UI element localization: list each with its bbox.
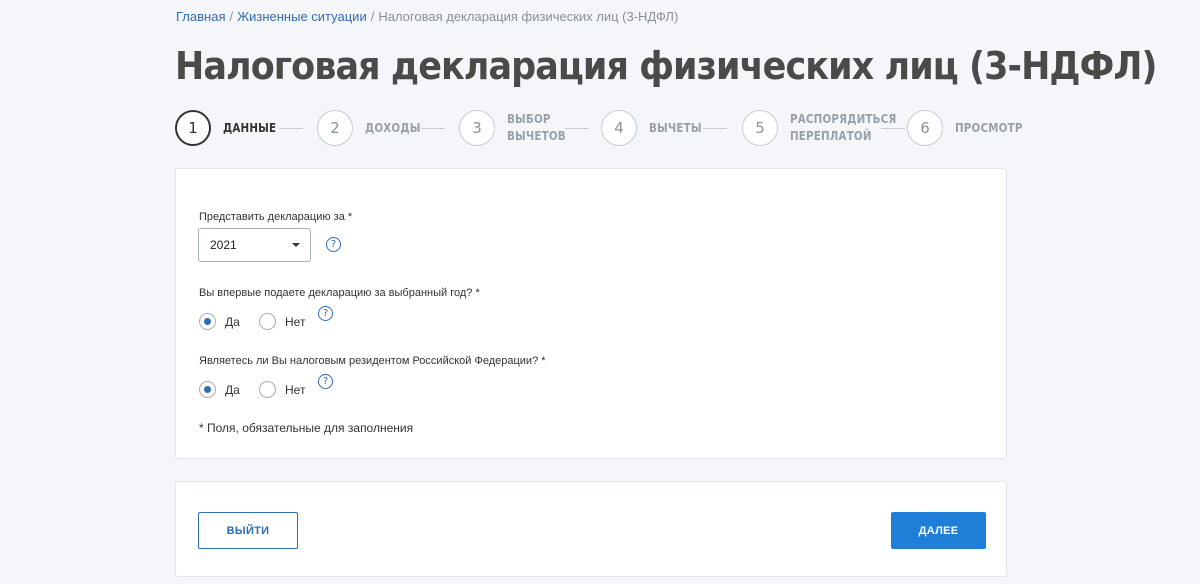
step-overpayment[interactable]: 5 Распорядиться переплатой bbox=[742, 110, 914, 146]
step-number: 6 bbox=[907, 110, 943, 146]
breadcrumb-current: Налоговая декларация физических лиц (3-Н… bbox=[378, 9, 679, 24]
step-number: 4 bbox=[601, 110, 637, 146]
step-label: Данные bbox=[223, 120, 277, 135]
step-number: 2 bbox=[317, 110, 353, 146]
resident-no-radio[interactable]: Нет bbox=[259, 381, 305, 398]
page-title: Налоговая декларация физических лиц (3-Н… bbox=[175, 44, 1158, 88]
stepper: 1 Данные 2 Доходы 3 Выбор вычетов 4 Вычет… bbox=[175, 110, 1022, 146]
radio-dot bbox=[259, 381, 276, 398]
step-data[interactable]: 1 Данные bbox=[175, 110, 285, 146]
first-time-field-label: Вы впервые подаете декларацию за выбранн… bbox=[199, 287, 480, 299]
radio-label-no: Нет bbox=[285, 382, 306, 397]
radio-dot bbox=[259, 313, 276, 330]
required-fields-note: * Поля, обязательные для заполнения bbox=[199, 421, 414, 435]
step-label: Просмотр bbox=[955, 120, 1023, 135]
radio-label-yes: Да bbox=[225, 314, 240, 329]
step-number: 1 bbox=[175, 110, 211, 146]
radio-label-no: Нет bbox=[285, 314, 306, 329]
help-icon[interactable]: ? bbox=[326, 237, 341, 252]
actions-card: ВЫЙТИ ДАЛЕЕ bbox=[175, 481, 1007, 577]
breadcrumb-separator: / bbox=[370, 9, 375, 24]
exit-button[interactable]: ВЫЙТИ bbox=[198, 512, 298, 549]
first-time-yes-radio[interactable]: Да bbox=[199, 313, 240, 330]
step-deduction-choice[interactable]: 3 Выбор вычетов bbox=[459, 110, 575, 146]
radio-label-yes: Да bbox=[225, 382, 240, 397]
breadcrumb: Главная / Жизненные ситуации / Налоговая дек… bbox=[176, 9, 678, 24]
help-icon[interactable]: ? bbox=[318, 374, 333, 389]
step-deductions[interactable]: 4 Вычеты bbox=[601, 110, 710, 146]
breadcrumb-home-link[interactable]: Главная bbox=[176, 9, 225, 24]
help-icon[interactable]: ? bbox=[318, 306, 333, 321]
step-label: Распорядиться переплатой bbox=[790, 112, 897, 143]
year-select[interactable]: 2021 bbox=[198, 228, 311, 262]
year-select-value: 2021 bbox=[210, 238, 237, 252]
step-label: Выбор вычетов bbox=[507, 112, 566, 143]
year-field-label: Представить декларацию за * bbox=[199, 211, 353, 223]
resident-yes-radio[interactable]: Да bbox=[199, 381, 240, 398]
step-preview[interactable]: 6 Просмотр bbox=[907, 110, 1034, 146]
step-number: 5 bbox=[742, 110, 778, 146]
caret-down-icon bbox=[292, 243, 300, 247]
breadcrumb-separator: / bbox=[229, 9, 234, 24]
breadcrumb-situations-link[interactable]: Жизненные ситуации bbox=[237, 9, 367, 24]
step-income[interactable]: 2 Доходы bbox=[317, 110, 430, 146]
declaration-form-card: Представить декларацию за * 2021 ? Вы вп… bbox=[175, 168, 1007, 459]
radio-dot bbox=[199, 381, 216, 398]
step-number: 3 bbox=[459, 110, 495, 146]
resident-field-label: Являетесь ли Вы налоговым резидентом Рос… bbox=[199, 355, 546, 367]
step-label: Вычеты bbox=[649, 120, 702, 135]
first-time-no-radio[interactable]: Нет bbox=[259, 313, 305, 330]
next-button[interactable]: ДАЛЕЕ bbox=[891, 512, 986, 549]
radio-dot bbox=[199, 313, 216, 330]
step-label: Доходы bbox=[365, 120, 421, 135]
